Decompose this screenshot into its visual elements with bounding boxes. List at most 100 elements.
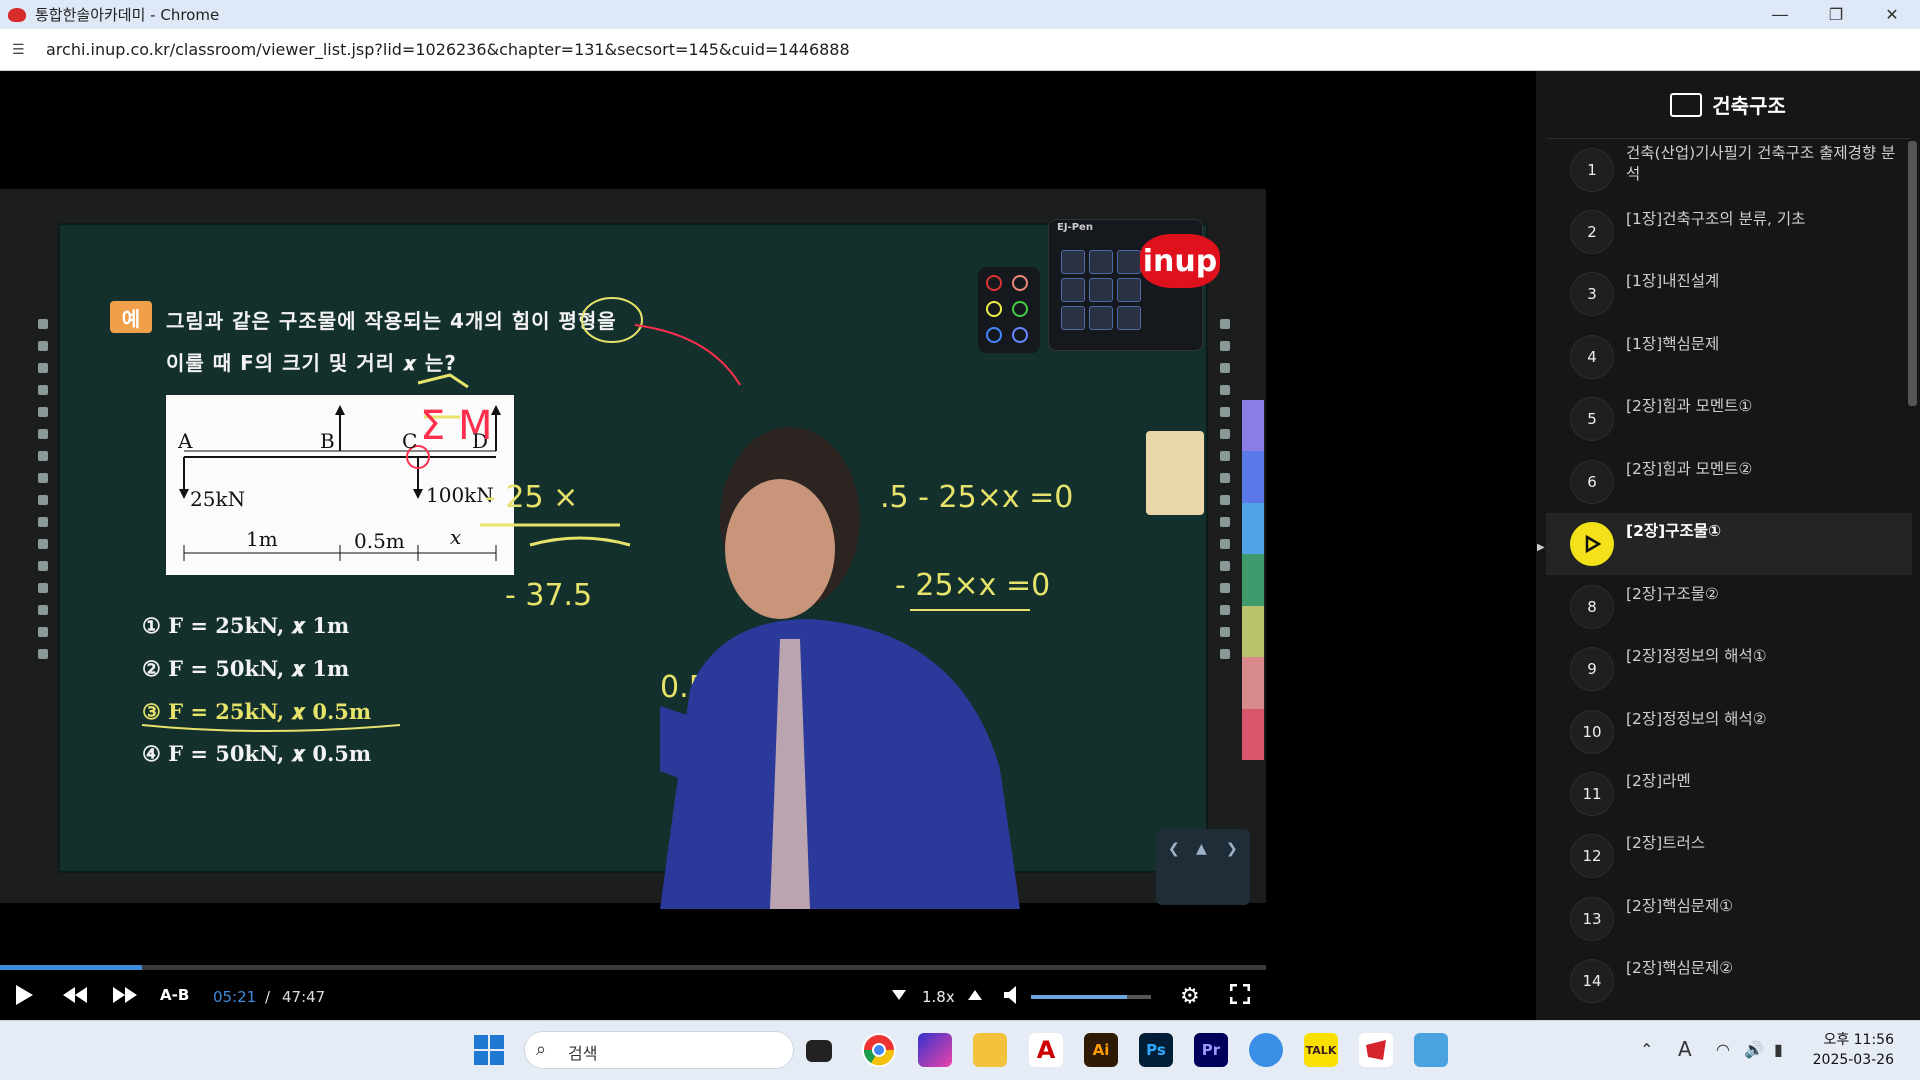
color-dot-green[interactable] bbox=[1012, 301, 1028, 317]
url-text[interactable]: archi.inup.co.kr/classroom/viewer_list.j… bbox=[46, 40, 850, 59]
volume-slider[interactable] bbox=[1031, 995, 1151, 999]
search-icon: ⌕ bbox=[536, 1039, 547, 1060]
globe-app-icon[interactable] bbox=[1249, 1033, 1283, 1067]
seek-bar[interactable] bbox=[0, 965, 1266, 970]
playlist-item-label: [2장]정정보의 해석② bbox=[1626, 710, 1767, 728]
playlist-item-number: 5 bbox=[1570, 397, 1614, 441]
playlist-panel: 건축구조 1 건축(산업)기사필기 건축구조 출제경향 분석 2 [1장]건축구조의 … bbox=[1536, 71, 1920, 1020]
playlist-item-label: [2장]라멘 bbox=[1626, 772, 1691, 790]
speed-down-button[interactable] bbox=[892, 990, 906, 1000]
taskbar-search-box[interactable] bbox=[524, 1031, 794, 1069]
pen-tool-4[interactable] bbox=[1061, 278, 1085, 302]
playlist-title: 건축구조 bbox=[1712, 94, 1786, 118]
photoshop-icon[interactable]: Ps bbox=[1139, 1033, 1173, 1067]
playlist-item[interactable]: 4 [1장]핵심문제 bbox=[1546, 326, 1912, 388]
playlist-item[interactable]: 1 건축(산업)기사필기 건축구조 출제경향 분석 bbox=[1546, 139, 1912, 201]
app-red-icon[interactable] bbox=[1359, 1033, 1393, 1067]
restore-button[interactable]: ❐ bbox=[1808, 0, 1864, 29]
rewind-button[interactable] bbox=[62, 985, 88, 1005]
playlist-item[interactable]: 12 [2장]트러스 bbox=[1546, 825, 1912, 887]
prev-arrow-icon[interactable]: ❮ bbox=[1168, 841, 1180, 857]
pen-tool-3[interactable] bbox=[1117, 250, 1141, 274]
task-view-icon[interactable] bbox=[806, 1040, 832, 1062]
settings-gear-icon[interactable]: ⚙ bbox=[1180, 984, 1200, 1009]
video-player[interactable]: 예 그림과 같은 구조물에 작용되는 4개의 힘이 평형을 이룰 때 F의 크기… bbox=[0, 71, 1536, 1020]
taskbar-clock[interactable]: 오후 11:56 2025-03-26 bbox=[1813, 1030, 1894, 1070]
right-board-toolbar bbox=[1220, 319, 1234, 659]
playlist-item-label: [2장]힘과 모멘트② bbox=[1626, 460, 1753, 478]
ab-repeat-button[interactable]: A-B bbox=[160, 986, 189, 1004]
notepad-icon[interactable] bbox=[1414, 1033, 1448, 1067]
forward-button[interactable] bbox=[112, 985, 138, 1005]
battery-icon[interactable]: ▮ bbox=[1774, 1040, 1783, 1059]
pen-tool-5[interactable] bbox=[1089, 278, 1113, 302]
play-button[interactable] bbox=[12, 982, 36, 1008]
playlist-item[interactable]: 13 [2장]핵심문제① bbox=[1546, 888, 1912, 950]
speed-up-button[interactable] bbox=[968, 990, 982, 1000]
search-placeholder: 검색 bbox=[568, 1044, 598, 1063]
playlist-item[interactable]: 10 [2장]정정보의 해석② bbox=[1546, 701, 1912, 763]
board-nav-widget[interactable]: ❮ ▲ ❯ bbox=[1156, 829, 1250, 905]
illustrator-icon[interactable]: Ai bbox=[1084, 1033, 1118, 1067]
speaker-icon[interactable]: 🔊 bbox=[1744, 1040, 1764, 1059]
playlist-item[interactable]: 5 [2장]힘과 모멘트① bbox=[1546, 388, 1912, 450]
volume-icon[interactable] bbox=[1004, 986, 1020, 1004]
pen-tool-2[interactable] bbox=[1089, 250, 1113, 274]
time-separator: / bbox=[265, 988, 271, 1006]
playlist-item-number: 2 bbox=[1570, 210, 1614, 254]
color-dot-orange[interactable] bbox=[1012, 275, 1028, 291]
clock-date: 2025-03-26 bbox=[1812, 1052, 1894, 1068]
video-frame[interactable]: 예 그림과 같은 구조물에 작용되는 4개의 힘이 평형을 이룰 때 F의 크기… bbox=[0, 189, 1266, 909]
playlist-item[interactable]: 6 [2장]힘과 모멘트② bbox=[1546, 451, 1912, 513]
start-icon[interactable] bbox=[472, 1033, 506, 1067]
premiere-icon[interactable]: Pr bbox=[1194, 1033, 1228, 1067]
inup-logo: inup bbox=[1140, 234, 1220, 288]
color-dot-blue[interactable] bbox=[986, 327, 1002, 343]
pen-tool-9[interactable] bbox=[1117, 306, 1141, 330]
copilot-icon[interactable] bbox=[918, 1033, 952, 1067]
app-favicon-icon bbox=[8, 7, 26, 22]
pen-tool-1[interactable] bbox=[1061, 250, 1085, 274]
fullscreen-icon[interactable] bbox=[1230, 984, 1250, 1004]
playlist-item[interactable]: 9 [2장]정정보의 해석① bbox=[1546, 638, 1912, 700]
playlist-item-number: 8 bbox=[1570, 585, 1614, 629]
eraser-widget[interactable] bbox=[1146, 431, 1204, 515]
clock-time: 오후 11:56 bbox=[1823, 1032, 1894, 1048]
folder-icon bbox=[1670, 92, 1703, 117]
playlist-item-label: [2장]구조물② bbox=[1626, 585, 1719, 603]
playlist-item[interactable]: [2장]구조물① bbox=[1546, 513, 1912, 575]
playlist-item-label: [2장]구조물① bbox=[1626, 522, 1722, 540]
playlist-item[interactable]: 14 [2장]핵심문제② bbox=[1546, 950, 1912, 1012]
playlist-item[interactable]: 11 [2장]라멘 bbox=[1546, 763, 1912, 825]
pen-tool-7[interactable] bbox=[1061, 306, 1085, 330]
chrome-icon[interactable] bbox=[862, 1033, 896, 1067]
color-dot-lightblue[interactable] bbox=[1012, 327, 1028, 343]
next-arrow-icon[interactable]: ❯ bbox=[1226, 841, 1238, 857]
playlist-scrollbar[interactable] bbox=[1908, 141, 1917, 406]
seek-bar-fill bbox=[0, 965, 142, 970]
wifi-icon[interactable]: ◠ bbox=[1716, 1040, 1730, 1059]
playlist-item[interactable]: 3 [1장]내진설계 bbox=[1546, 263, 1912, 325]
panel-collapse-icon[interactable]: ▶ bbox=[1537, 542, 1545, 553]
color-dot-yellow[interactable] bbox=[986, 301, 1002, 317]
kakaotalk-icon[interactable]: TALK bbox=[1304, 1033, 1338, 1067]
pen-color-dots[interactable] bbox=[978, 267, 1040, 353]
playlist-item[interactable]: 8 [2장]구조물② bbox=[1546, 576, 1912, 638]
chevron-up-icon[interactable]: ⌃ bbox=[1640, 1040, 1653, 1059]
site-info-icon[interactable]: ☰ bbox=[12, 42, 34, 58]
color-dot-red[interactable] bbox=[986, 275, 1002, 291]
pen-tool-6[interactable] bbox=[1117, 278, 1141, 302]
hand-icon[interactable]: ▲ bbox=[1196, 841, 1207, 857]
ime-indicator[interactable]: A bbox=[1678, 1037, 1692, 1061]
pen-color-strip[interactable] bbox=[1242, 400, 1264, 760]
playlist-item-label: [1장]핵심문제 bbox=[1626, 335, 1720, 353]
acrobat-icon[interactable]: A bbox=[1029, 1033, 1063, 1067]
pen-tool-8[interactable] bbox=[1089, 306, 1113, 330]
playlist-item[interactable]: 2 [1장]건축구조의 분류, 기초 bbox=[1546, 201, 1912, 263]
address-bar[interactable]: ☰ archi.inup.co.kr/classroom/viewer_list… bbox=[0, 29, 1920, 71]
playlist-item-number: 6 bbox=[1570, 460, 1614, 504]
close-button[interactable]: ✕ bbox=[1864, 0, 1920, 29]
minimize-button[interactable]: ― bbox=[1752, 0, 1808, 29]
windows-taskbar bbox=[0, 1020, 1920, 1080]
file-explorer-icon[interactable] bbox=[973, 1033, 1007, 1067]
